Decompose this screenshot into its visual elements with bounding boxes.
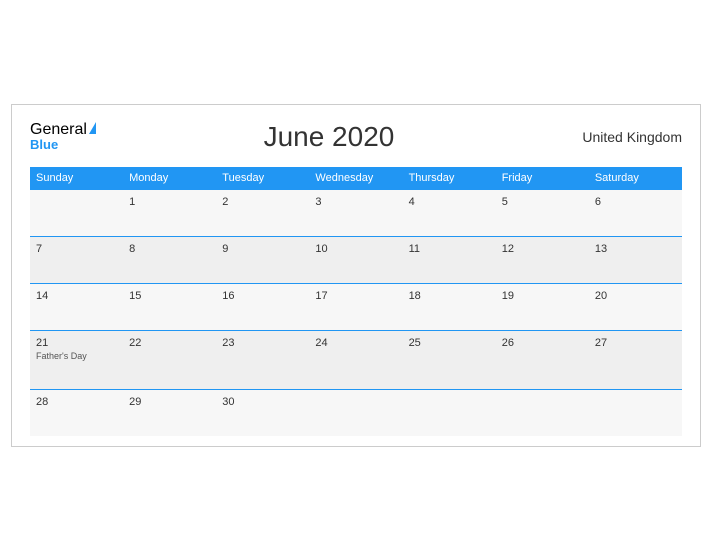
calendar-cell: 12 (496, 236, 589, 283)
cell-date: 5 (502, 196, 508, 208)
calendar-cell (309, 389, 402, 436)
calendar-cell: 3 (309, 189, 402, 236)
cell-date: 23 (222, 337, 234, 349)
calendar-cell (496, 389, 589, 436)
cell-date: 26 (502, 337, 514, 349)
cell-date: 25 (409, 337, 421, 349)
logo-blue-text: Blue (30, 138, 96, 151)
cell-date: 29 (129, 396, 141, 408)
calendar-cell: 23 (216, 330, 309, 389)
calendar-week-row: 14 15 16 17 18 19 20 (30, 283, 682, 330)
calendar-cell (403, 389, 496, 436)
cell-holiday: Father's Day (36, 351, 117, 361)
cell-date: 9 (222, 243, 228, 255)
calendar-week-row: 21 Father's Day 22 23 24 25 26 27 (30, 330, 682, 389)
calendar-week-row: 28 29 30 (30, 389, 682, 436)
cell-date: 8 (129, 243, 135, 255)
calendar-cell: 18 (403, 283, 496, 330)
logo-general: General (30, 122, 96, 138)
calendar-title: June 2020 (96, 121, 562, 153)
cell-date: 20 (595, 290, 607, 302)
calendar-cell: 15 (123, 283, 216, 330)
calendar-cell: 22 (123, 330, 216, 389)
calendar-cell: 19 (496, 283, 589, 330)
calendar-cell: 13 (589, 236, 682, 283)
day-header-friday: Friday (496, 167, 589, 190)
cell-date: 1 (129, 196, 135, 208)
calendar-week-row: 7 8 9 10 11 12 13 (30, 236, 682, 283)
calendar-region: United Kingdom (562, 129, 682, 145)
calendar-header: General Blue June 2020 United Kingdom (30, 121, 682, 153)
calendar-cell: 1 (123, 189, 216, 236)
calendar-cell: 5 (496, 189, 589, 236)
calendar-cell: 4 (403, 189, 496, 236)
cell-date: 30 (222, 396, 234, 408)
calendar-body: 123456789101112131415161718192021Father'… (30, 189, 682, 436)
calendar-cell: 6 (589, 189, 682, 236)
cell-date: 17 (315, 290, 327, 302)
calendar-cell: 28 (30, 389, 123, 436)
cell-date: 18 (409, 290, 421, 302)
calendar-cell: 10 (309, 236, 402, 283)
calendar-cell: 21 Father's Day (30, 330, 123, 389)
day-header-wednesday: Wednesday (309, 167, 402, 190)
cell-date: 15 (129, 290, 141, 302)
calendar-cell: 2 (216, 189, 309, 236)
cell-date: 19 (502, 290, 514, 302)
calendar-cell (30, 189, 123, 236)
day-header-thursday: Thursday (403, 167, 496, 190)
day-header-sunday: Sunday (30, 167, 123, 190)
day-header-saturday: Saturday (589, 167, 682, 190)
cell-date: 3 (315, 196, 321, 208)
calendar-cell: 25 (403, 330, 496, 389)
calendar-cell: 16 (216, 283, 309, 330)
calendar-cell: 29 (123, 389, 216, 436)
cell-date: 24 (315, 337, 327, 349)
calendar-container: General Blue June 2020 United Kingdom Su… (11, 104, 701, 447)
calendar-cell: 24 (309, 330, 402, 389)
calendar-cell: 8 (123, 236, 216, 283)
day-header-tuesday: Tuesday (216, 167, 309, 190)
calendar-cell: 17 (309, 283, 402, 330)
calendar-week-row: 1 2 3 4 5 6 (30, 189, 682, 236)
calendar-table: Sunday Monday Tuesday Wednesday Thursday… (30, 167, 682, 436)
cell-date: 13 (595, 243, 607, 255)
calendar-cell: 20 (589, 283, 682, 330)
cell-date: 28 (36, 396, 48, 408)
logo: General Blue (30, 122, 96, 151)
calendar-cell: 26 (496, 330, 589, 389)
days-header-row: Sunday Monday Tuesday Wednesday Thursday… (30, 167, 682, 190)
logo-triangle-icon (89, 122, 96, 134)
cell-date: 2 (222, 196, 228, 208)
cell-date: 4 (409, 196, 415, 208)
cell-date: 12 (502, 243, 514, 255)
calendar-cell: 7 (30, 236, 123, 283)
calendar-cell: 9 (216, 236, 309, 283)
calendar-cell: 30 (216, 389, 309, 436)
cell-date: 16 (222, 290, 234, 302)
calendar-cell (589, 389, 682, 436)
calendar-cell: 27 (589, 330, 682, 389)
calendar-thead: Sunday Monday Tuesday Wednesday Thursday… (30, 167, 682, 190)
cell-date: 27 (595, 337, 607, 349)
cell-date: 14 (36, 290, 48, 302)
cell-date: 22 (129, 337, 141, 349)
cell-date: 11 (409, 243, 420, 255)
cell-date: 10 (315, 243, 327, 255)
logo-general-text: General (30, 121, 87, 138)
calendar-cell: 11 (403, 236, 496, 283)
calendar-cell: 14 (30, 283, 123, 330)
cell-date: 21 (36, 337, 48, 349)
cell-date: 7 (36, 243, 42, 255)
day-header-monday: Monday (123, 167, 216, 190)
cell-date: 6 (595, 196, 601, 208)
